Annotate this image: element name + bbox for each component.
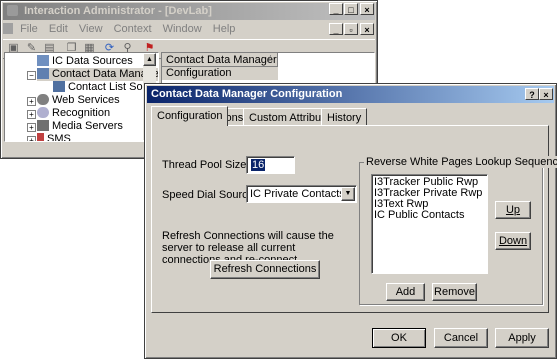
close-button[interactable]: × xyxy=(360,3,374,15)
tree-item-media-servers[interactable]: Media Servers xyxy=(37,120,123,133)
mdi-close-button[interactable]: × xyxy=(360,23,374,35)
bg-window-title: Interaction Administrator - [DevLab] xyxy=(24,5,212,17)
speed-dial-select[interactable]: IC Private Contacts ▼ xyxy=(246,185,357,203)
tree-pane: IC Data Sources − Contact Data Manager C… xyxy=(4,52,159,142)
help-button[interactable]: ? xyxy=(525,88,539,100)
remove-button[interactable]: Remove xyxy=(432,283,477,301)
contact-list-icon xyxy=(53,81,65,92)
apply-button[interactable]: Apply xyxy=(495,328,549,348)
file-menu-icon xyxy=(3,23,13,34)
tree-item-contact-data-manager[interactable]: Contact Data Manager xyxy=(37,68,158,81)
dialog-titlebar[interactable]: Contact Data Manager Configuration xyxy=(147,86,554,103)
contact-manager-icon xyxy=(37,68,49,79)
expand-icon[interactable]: + xyxy=(27,97,36,106)
recognition-icon xyxy=(37,107,49,118)
down-button[interactable]: Down xyxy=(495,232,531,250)
expand-icon[interactable]: + xyxy=(27,110,36,119)
list-header[interactable]: Contact Data Manager / xyxy=(162,53,278,67)
scroll-up-button[interactable]: ▲ xyxy=(143,53,156,66)
menu-context[interactable]: Context xyxy=(114,23,152,35)
expand-icon[interactable]: + xyxy=(27,123,36,132)
chevron-down-icon[interactable]: ▼ xyxy=(341,187,355,201)
minimize-button[interactable]: _ xyxy=(329,3,343,15)
tab-strip: Configuration Icons Custom Attributes Hi… xyxy=(151,106,551,126)
tab-history[interactable]: History xyxy=(321,108,368,125)
list-row[interactable]: Configuration xyxy=(162,67,278,80)
tree-item-ic-data-sources[interactable]: IC Data Sources xyxy=(37,55,133,68)
dialog-close-button[interactable]: × xyxy=(539,88,553,100)
collapse-icon[interactable]: − xyxy=(27,71,36,80)
speed-dial-label: Speed Dial Source: xyxy=(162,189,257,201)
add-button[interactable]: Add xyxy=(386,283,425,301)
ok-button[interactable]: OK xyxy=(372,328,426,348)
tree-item-sms[interactable]: SMS xyxy=(37,133,71,141)
menu-view[interactable]: View xyxy=(79,23,103,35)
menu-bar: File Edit View Context Window Help xyxy=(3,21,375,38)
media-servers-icon xyxy=(37,120,49,131)
lookup-listbox[interactable]: I3Tracker Public Rwp I3Tracker Private R… xyxy=(371,174,488,274)
config-dialog: Contact Data Manager Configuration ? × C… xyxy=(144,83,557,359)
refresh-connections-button[interactable]: Refresh Connections xyxy=(210,260,320,279)
menu-help[interactable]: Help xyxy=(213,23,236,35)
mdi-minimize-button[interactable]: _ xyxy=(329,23,343,35)
mdi-restore-button[interactable]: ▫ xyxy=(344,23,358,35)
maximize-button[interactable]: □ xyxy=(344,3,358,15)
menu-edit[interactable]: Edit xyxy=(49,23,68,35)
bg-titlebar[interactable]: Interaction Administrator - [DevLab] xyxy=(3,3,375,20)
tree-item-recognition[interactable]: Recognition xyxy=(37,107,110,120)
lookup-group-label: Reverse White Pages Lookup Sequence xyxy=(364,156,557,168)
tab-page: Thread Pool Size: 16 Speed Dial Source: … xyxy=(151,125,557,313)
expand-icon[interactable]: + xyxy=(27,136,36,141)
cancel-button[interactable]: Cancel xyxy=(434,328,488,348)
list-item[interactable]: IC Public Contacts xyxy=(374,210,464,221)
data-source-icon xyxy=(37,55,49,66)
sms-icon xyxy=(37,133,44,141)
web-services-icon xyxy=(37,94,49,105)
dialog-title: Contact Data Manager Configuration xyxy=(151,88,343,100)
thread-pool-input[interactable]: 16 xyxy=(246,156,295,174)
up-button[interactable]: Up xyxy=(495,201,531,219)
sort-icon: / xyxy=(267,54,271,66)
tab-configuration[interactable]: Configuration xyxy=(151,106,229,126)
menu-window[interactable]: Window xyxy=(163,23,202,35)
menu-file[interactable]: File xyxy=(20,23,38,35)
app-icon xyxy=(7,5,18,16)
thread-pool-label: Thread Pool Size: xyxy=(162,159,250,171)
tree-item-web-services[interactable]: Web Services xyxy=(37,94,120,107)
